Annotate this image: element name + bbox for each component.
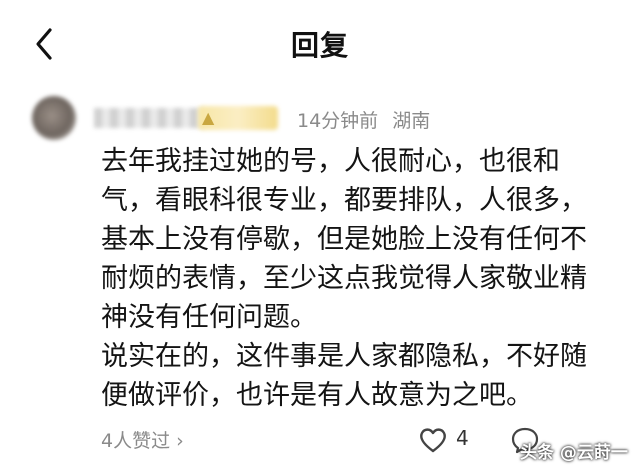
comment-paragraph: 说实在的，这件事是人家都隐私，不好随便做评价，也许是有人故意为之吧。 — [101, 341, 587, 411]
username-redacted[interactable] — [94, 108, 204, 128]
top-bar: 回复 — [0, 0, 640, 86]
like-button[interactable] — [418, 426, 448, 454]
avatar[interactable] — [32, 96, 76, 140]
chevron-right-icon: › — [176, 430, 184, 452]
comment-text: 去年我挂过她的号，人很耐心，也很和气，看眼科很专业，都要排队，人很多，基本上没有… — [101, 142, 601, 415]
like-count: 4 — [456, 426, 469, 450]
comment-author-row: ▲ 14分钟前 湖南 — [32, 96, 632, 142]
comment-location: 湖南 — [392, 110, 431, 132]
comment-time: 14分钟前 — [297, 110, 379, 132]
comment-meta: 14分钟前 湖南 — [297, 106, 430, 133]
likes-summary-label: 4人赞过 — [101, 430, 171, 452]
comment-paragraph: 去年我挂过她的号，人很耐心，也很和气，看眼科很专业，都要排队，人很多，基本上没有… — [101, 146, 587, 333]
heart-outline-icon — [420, 428, 446, 453]
comment-footer: 4人赞过 › 4 头条 @云莳一 — [0, 420, 640, 468]
page-title: 回复 — [290, 29, 349, 62]
badge-icon: ▲ — [202, 108, 215, 127]
likes-summary-link[interactable]: 4人赞过 › — [101, 426, 184, 453]
watermark: 头条 @云莳一 — [520, 443, 628, 463]
